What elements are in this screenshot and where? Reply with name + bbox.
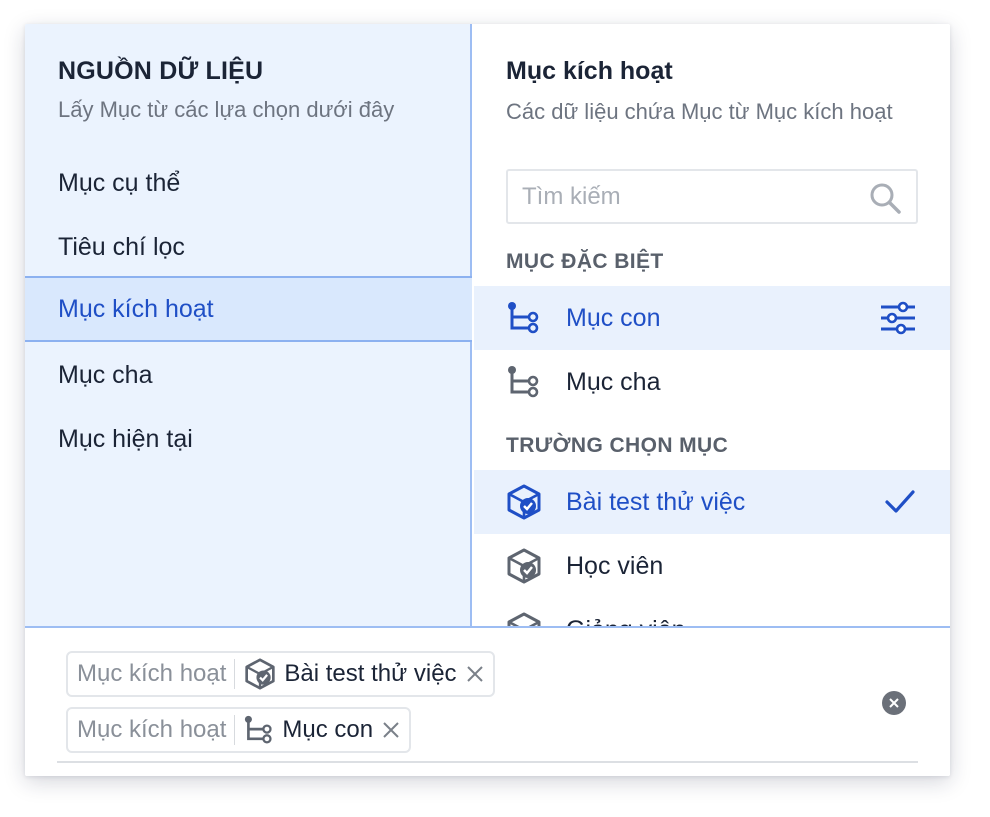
search-icon[interactable]	[868, 181, 902, 220]
options-panel: Mục kích hoạt Các dữ liệu chứa Mục từ Mụ…	[474, 24, 950, 626]
tag-key: Mục kích hoạt	[77, 716, 227, 743]
source-item-label: Mục cụ thể	[58, 168, 181, 197]
cube-check-icon	[244, 658, 276, 690]
option-student[interactable]: Học viên	[474, 534, 950, 598]
option-label: Bài test thử việc	[566, 487, 746, 516]
subitem-tree-icon	[506, 300, 542, 336]
option-label: Mục con	[566, 303, 661, 332]
options-panel-title: Mục kích hoạt	[506, 57, 673, 85]
field-items-heading: TRƯỜNG CHỌN MỤC	[506, 434, 729, 457]
clear-all-close-icon[interactable]	[882, 691, 906, 715]
selected-tag: Mục kích hoạt Mục con	[66, 707, 412, 753]
remove-tag-close-icon[interactable]	[381, 720, 401, 740]
subitem-tree-icon	[244, 715, 274, 745]
settings-sliders-icon[interactable]	[880, 300, 916, 343]
source-panel: NGUỒN DỮ LIỆU Lấy Mục từ các lựa chọn dư…	[25, 24, 472, 626]
cube-check-icon	[506, 548, 542, 584]
cube-check-icon	[506, 484, 542, 520]
cube-check-icon	[506, 612, 542, 626]
parent-tree-icon	[506, 364, 542, 400]
source-item-parent[interactable]: Mục cha	[25, 343, 472, 407]
option-label: Học viên	[566, 551, 664, 580]
tag-divider	[234, 659, 236, 689]
tag-value: Mục con	[282, 716, 374, 743]
option-teacher[interactable]: Giảng viên	[474, 598, 950, 626]
source-panel-title: NGUỒN DỮ LIỆU	[58, 57, 264, 85]
source-item-label: Mục kích hoạt	[58, 294, 214, 323]
option-parent[interactable]: Mục cha	[474, 350, 950, 414]
tag-divider	[234, 715, 236, 745]
remove-tag-close-icon[interactable]	[465, 664, 485, 684]
checkmark-icon	[884, 486, 916, 525]
special-items-heading: MỤC ĐẶC BIỆT	[506, 250, 664, 273]
source-item-filter[interactable]: Tiêu chí lọc	[25, 215, 472, 279]
source-item-label: Tiêu chí lọc	[58, 232, 185, 261]
selected-tag: Mục kích hoạt Bài test thử việc	[66, 651, 495, 697]
source-item-specific[interactable]: Mục cụ thể	[25, 151, 472, 215]
source-item-current[interactable]: Mục hiện tại	[25, 407, 472, 471]
source-item-label: Mục hiện tại	[58, 424, 193, 453]
data-source-picker: NGUỒN DỮ LIỆU Lấy Mục từ các lựa chọn dư…	[25, 24, 950, 776]
search-input[interactable]: Tìm kiếm	[506, 169, 918, 224]
source-panel-subtitle: Lấy Mục từ các lựa chọn dưới đây	[58, 97, 395, 122]
source-item-label: Mục cha	[58, 360, 153, 389]
tag-field-underline	[57, 761, 918, 763]
option-label: Giảng viên	[566, 616, 686, 627]
tag-value: Bài test thử việc	[284, 660, 457, 687]
tag-key: Mục kích hoạt	[77, 660, 227, 687]
source-item-trigger[interactable]: Mục kích hoạt	[25, 276, 472, 342]
option-subitem[interactable]: Mục con	[474, 286, 950, 350]
option-label: Mục cha	[566, 367, 661, 396]
selected-tags-area: Mục kích hoạt Bài test thử việc Mục kích…	[25, 626, 950, 776]
search-placeholder: Tìm kiếm	[522, 182, 621, 210]
option-probation-test[interactable]: Bài test thử việc	[474, 470, 950, 534]
options-panel-subtitle: Các dữ liệu chứa Mục từ Mục kích hoạt	[506, 99, 893, 124]
